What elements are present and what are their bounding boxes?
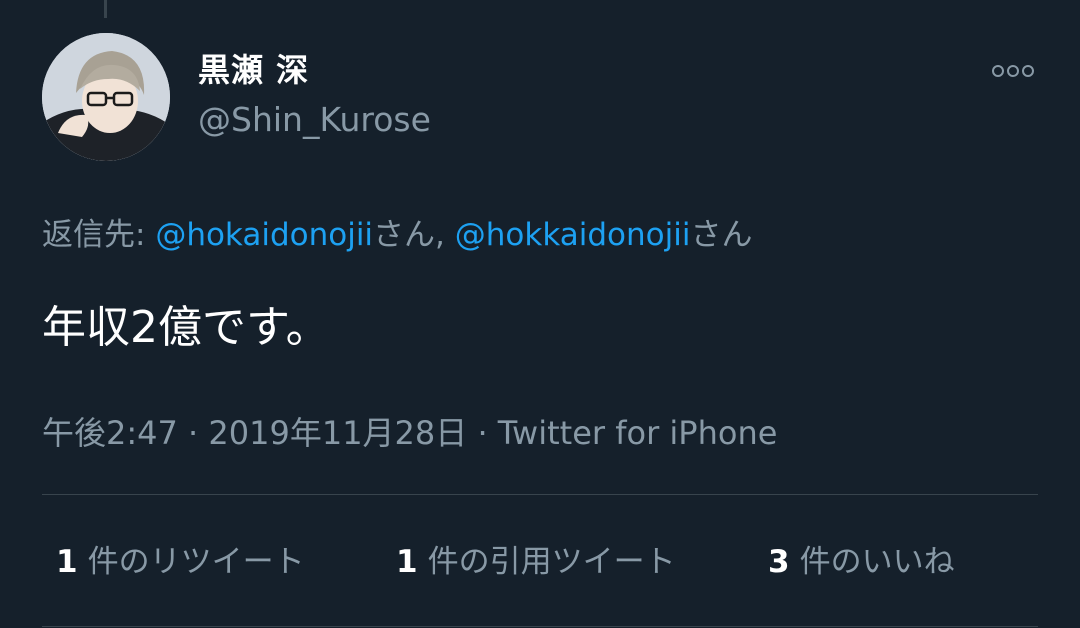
tweet-text: 年収2億です。 bbox=[42, 302, 330, 353]
quote-tweets-label: 件の引用ツイート bbox=[427, 544, 676, 580]
retweets-stat[interactable]: 1 件のリツイート bbox=[56, 540, 305, 584]
thread-connector-line bbox=[104, 0, 107, 18]
reply-separator: , bbox=[435, 217, 455, 253]
tweet-date[interactable]: 2019年11月28日 bbox=[208, 414, 467, 452]
tweet-meta: 午後2:47 · 2019年11月28日 · Twitter for iPhon… bbox=[42, 411, 777, 455]
retweets-label: 件のリツイート bbox=[87, 544, 305, 580]
divider-bottom bbox=[42, 626, 1038, 627]
reply-to-line: 返信先: @hokaidonojiiさん, @hokkaidonojiiさん bbox=[42, 213, 752, 257]
reply-to-prefix: 返信先: bbox=[42, 217, 156, 253]
author-handle[interactable]: @Shin_Kurose bbox=[198, 99, 431, 141]
retweets-count: 1 bbox=[56, 544, 78, 580]
more-dots-icon[interactable] bbox=[990, 62, 1036, 80]
divider-top bbox=[42, 494, 1038, 495]
likes-stat[interactable]: 3 件のいいね bbox=[768, 540, 955, 584]
likes-count: 3 bbox=[768, 544, 790, 580]
reply-mention-1[interactable]: @hokaidonojii bbox=[155, 217, 373, 253]
avatar-illustration bbox=[42, 33, 170, 161]
tweet-time[interactable]: 午後2:47 bbox=[42, 414, 178, 452]
quote-tweets-stat[interactable]: 1 件の引用ツイート bbox=[396, 540, 676, 584]
meta-separator-2: · bbox=[467, 414, 498, 452]
quote-tweets-count: 1 bbox=[396, 544, 418, 580]
likes-label: 件のいいね bbox=[799, 544, 955, 580]
reply-mention-1-suffix: さん bbox=[373, 217, 436, 253]
author-display-name[interactable]: 黒瀬 深 bbox=[198, 50, 309, 90]
avatar[interactable] bbox=[42, 33, 170, 161]
reply-mention-2-suffix: さん bbox=[690, 217, 753, 253]
reply-mention-2[interactable]: @hokkaidonojii bbox=[455, 217, 691, 253]
meta-separator-1: · bbox=[177, 414, 209, 452]
tweet-source[interactable]: Twitter for iPhone bbox=[498, 414, 778, 452]
